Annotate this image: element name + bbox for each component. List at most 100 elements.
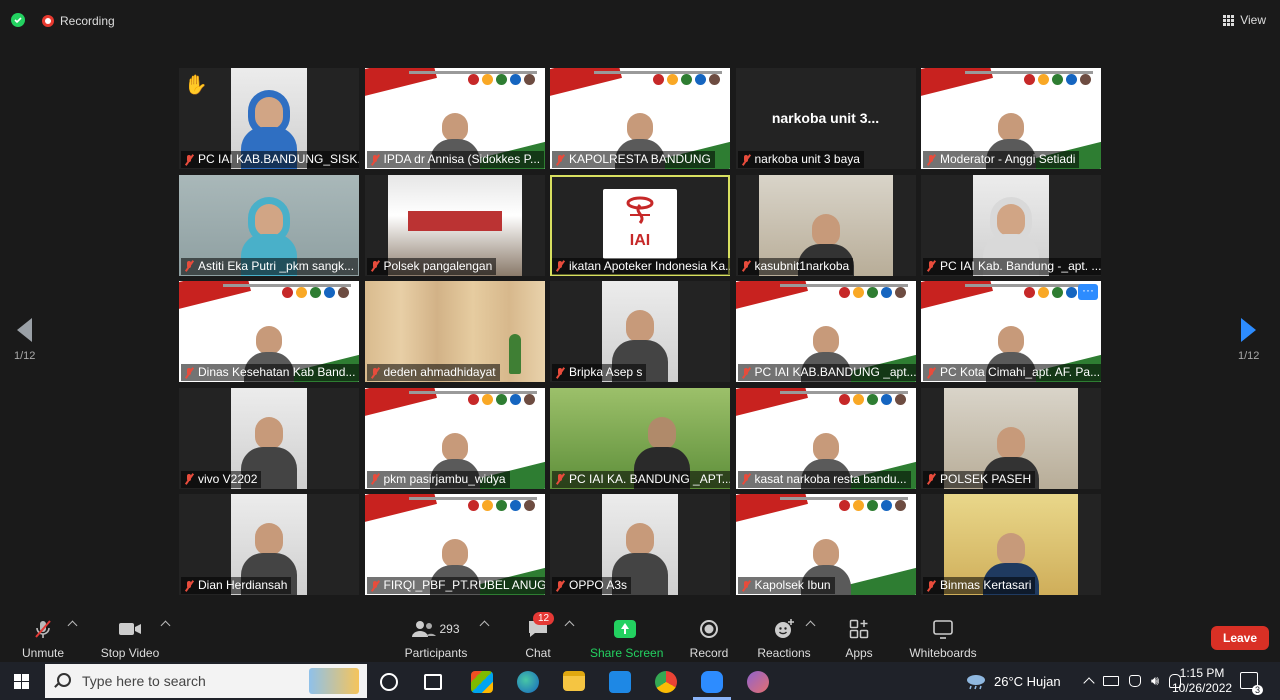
participant-tile[interactable]: Dinas Kesehatan Kab Band... (179, 281, 359, 382)
battery-icon[interactable] (1103, 676, 1119, 686)
leave-button[interactable]: Leave (1211, 626, 1269, 650)
taskbar-search-box[interactable]: Type here to search (45, 664, 367, 698)
participant-name-label: kasubnit1narkoba (737, 257, 854, 275)
participants-count: 293 (439, 622, 460, 636)
chat-options-chevron-icon[interactable] (564, 620, 575, 631)
share-icon-wrap (590, 618, 660, 640)
participant-tile[interactable]: ✋ PC IAI KAB.BANDUNG_SISK... (179, 68, 359, 169)
participant-tile[interactable]: kasubnit1narkoba (735, 174, 916, 276)
participant-tile[interactable]: pkm pasirjambu_widya (364, 387, 545, 489)
participant-tile[interactable]: Moderator - Anggi Setiadi (921, 68, 1101, 169)
taskbar-clock[interactable]: 1:15 PM 10/26/2022 (1172, 666, 1232, 696)
paint-app-icon[interactable] (747, 671, 769, 693)
participant-tile[interactable]: KAPOLRESTA BANDUNG (550, 68, 730, 169)
reactions-button[interactable]: Reactions (756, 618, 812, 660)
participant-name: deden ahmadhidayat (383, 365, 496, 379)
muted-mic-icon (18, 618, 68, 640)
participant-tile[interactable]: deden ahmadhidayat (364, 281, 545, 382)
search-placeholder: Type here to search (82, 673, 206, 689)
weather-widget[interactable]: 26°C Hujan (964, 662, 1061, 700)
share-screen-button[interactable]: Share Screen (590, 618, 663, 660)
participant-tile[interactable]: ··· PC Kota Cimahi_apt. AF. Pa... (921, 281, 1101, 382)
participant-tile[interactable]: FIRQI_PBF_PT.RUBEL ANUG... (364, 494, 545, 595)
task-view-icon[interactable] (424, 674, 442, 690)
apps-icon-wrap (842, 618, 876, 640)
participant-name: PC IAI Kab. Bandung -_apt. ... (940, 258, 1101, 273)
participant-tile[interactable]: narkoba unit 3... narkoba unit 3 baya (735, 68, 916, 169)
stop-video-button[interactable]: Stop Video (100, 618, 160, 660)
participant-name-label: Binmas Kertasari (923, 577, 1036, 594)
record-button[interactable]: Record (688, 618, 730, 660)
apps-icon (849, 619, 869, 639)
participant-tile[interactable]: PC IAI Kab. Bandung -_apt. ... (921, 174, 1101, 276)
participant-tile[interactable]: Astiti Eka Putri _pkm sangk... (179, 174, 359, 276)
participant-tile[interactable]: kasat narkoba resta bandu... (735, 387, 916, 489)
stop-video-label: Stop Video (100, 646, 160, 660)
video-options-chevron-icon[interactable] (160, 620, 171, 631)
security-shield-icon[interactable] (11, 13, 25, 27)
participant-tile[interactable]: IPDA dr Annisa (Sidokkes P... (364, 68, 545, 169)
participants-options-chevron-icon[interactable] (479, 620, 490, 631)
windows-start-icon[interactable] (14, 674, 29, 689)
participant-tile[interactable]: PC IAI KAB.BANDUNG _apt.... (735, 281, 916, 382)
record-label: Record (689, 646, 729, 660)
previous-page-button[interactable]: 1/12 (14, 318, 35, 362)
chat-button[interactable]: 12 Chat (521, 612, 555, 660)
muted-mic-icon (926, 473, 936, 485)
view-button[interactable]: View (1223, 13, 1266, 27)
participant-name-label: FIRQI_PBF_PT.RUBEL ANUG... (366, 577, 545, 594)
zoom-app-icon[interactable] (701, 671, 723, 693)
clock-date: 10/26/2022 (1172, 681, 1233, 695)
recording-indicator[interactable]: Recording (42, 14, 115, 28)
participant-name: ikatan Apoteker Indonesia Ka... (569, 258, 730, 273)
participant-name: PC IAI KA. BANDUNG _APT.... (569, 471, 730, 486)
muted-mic-icon (370, 580, 380, 592)
mail-icon[interactable] (609, 671, 631, 693)
recording-label: Recording (60, 14, 115, 28)
notification-center-icon[interactable]: 3 (1240, 672, 1263, 695)
next-page-button[interactable]: 1/12 (1238, 318, 1259, 362)
page-indicator-left: 1/12 (14, 350, 36, 362)
participant-name-label: vivo V2202 (181, 470, 262, 488)
participant-name: Dinas Kesehatan Kab Band... (198, 365, 356, 379)
participant-tile[interactable]: vivo V2202 (179, 387, 359, 489)
participant-tile[interactable]: OPPO A3s (550, 494, 730, 595)
edge-browser-icon[interactable] (517, 671, 539, 693)
participant-name-label: Dinas Kesehatan Kab Band... (181, 364, 359, 381)
muted-mic-icon (370, 154, 380, 166)
participants-button[interactable]: 293 Participants (404, 618, 468, 660)
participant-name: narkoba unit 3 baya (754, 152, 860, 166)
audio-options-chevron-icon[interactable] (67, 620, 78, 631)
cortana-circle-icon[interactable] (380, 673, 398, 691)
windows-taskbar: Type here to search 26°C Hujan 🔊︎ 1:15 P… (0, 662, 1280, 700)
participant-name: PC Kota Cimahi_apt. AF. Pa... (940, 365, 1101, 379)
apps-button[interactable]: Apps (842, 618, 876, 660)
arrow-left-icon (17, 318, 33, 342)
iai-logo-icon: IAI (603, 188, 677, 259)
record-icon-wrap (688, 618, 730, 640)
unmute-button[interactable]: Unmute (18, 618, 68, 660)
volume-icon[interactable]: 🔊︎ (1151, 673, 1159, 689)
tile-more-options-button[interactable]: ··· (1078, 284, 1098, 300)
participant-tile[interactable]: POLSEK PASEH (921, 387, 1101, 489)
participant-tile[interactable]: Kapolsek Ibun (735, 494, 916, 595)
participant-name-display: narkoba unit 3... (771, 110, 880, 126)
show-hidden-icons-chevron-icon[interactable] (1083, 677, 1095, 689)
store-app-icon[interactable] (471, 671, 493, 693)
raised-hand-icon: ✋ (184, 75, 208, 96)
file-explorer-icon[interactable] (563, 671, 585, 691)
participant-tile[interactable]: Bripka Asep s (550, 281, 730, 382)
participant-tile[interactable]: PC IAI KA. BANDUNG _APT.... (550, 387, 730, 489)
participant-name-label: Dian Herdiansah (181, 577, 292, 594)
participant-tile[interactable]: Polsek pangalengan (364, 174, 545, 276)
muted-mic-icon (741, 367, 751, 379)
participant-name-label: pkm pasirjambu_widya (366, 470, 510, 488)
participant-name: Moderator - Anggi Setiadi (940, 152, 1076, 166)
participant-tile[interactable]: Binmas Kertasari (921, 494, 1101, 595)
chrome-browser-icon[interactable] (655, 671, 677, 693)
whiteboards-button[interactable]: Whiteboards (906, 618, 980, 660)
participant-tile[interactable]: IAI ikatan Apoteker Indonesia Ka... (550, 174, 730, 276)
participant-tile[interactable]: Dian Herdiansah (179, 494, 359, 595)
muted-mic-icon (184, 367, 194, 379)
network-icon[interactable] (1129, 675, 1141, 687)
